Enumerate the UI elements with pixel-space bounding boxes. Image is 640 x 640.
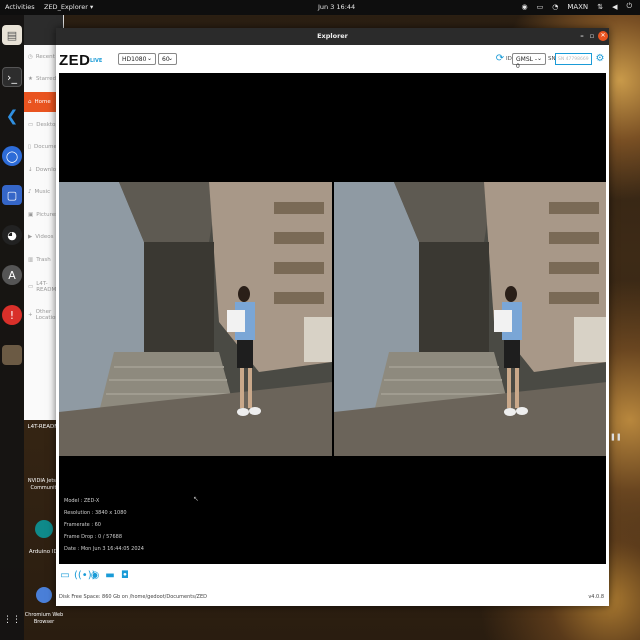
picture-icon: ▣ [28, 212, 34, 218]
chevron-down-icon: ⌄ [167, 55, 173, 62]
video-icon: ▶ [28, 234, 33, 240]
id-label: ID [506, 56, 512, 62]
user-mode-label[interactable]: MAXN [567, 3, 588, 11]
left-camera-image [59, 182, 332, 456]
side-pause-icon[interactable]: ❚❚ [610, 433, 622, 441]
obs-icon[interactable]: ◕ [2, 225, 22, 245]
info-frame-drop: Frame Drop : 0 / 57688 [64, 534, 123, 540]
chromium-desktop-icon[interactable] [36, 587, 52, 603]
mouse-cursor: ↖ [193, 495, 199, 503]
sidebar-item-label: Starred [35, 76, 57, 82]
screenshot-icon[interactable]: ▢ [2, 185, 22, 205]
terminal-icon[interactable]: ›_ [2, 67, 22, 87]
nvidia-icon[interactable]: ◉ [521, 3, 527, 11]
sidebar-item-label: Home [34, 99, 51, 105]
home-icon: ⌂ [28, 99, 32, 105]
record-icon[interactable]: ◉ [89, 569, 101, 583]
serial-number-field[interactable]: SN 47798669 [555, 53, 592, 65]
performance-icon[interactable]: ◔ [552, 3, 558, 11]
video-viewer[interactable]: Model : ZED-X Resolution : 3840 x 1080 F… [59, 73, 606, 564]
top-bar: Activities ZED_Explorer ▾ Jun 3 16:44 ◉ … [0, 0, 640, 15]
zed-logo: ZED [59, 52, 91, 69]
chevron-down-icon: ⌄ [536, 55, 542, 62]
video-mode-icon[interactable]: ▬ [104, 569, 116, 583]
resolution-select[interactable]: HD1080 ⌄ [118, 53, 156, 65]
arduino-icon[interactable] [35, 520, 53, 538]
info-framerate: Framerate : 60 [64, 522, 101, 528]
system-tray[interactable]: ◉ ▭ ◔ MAXN ⇅ ◀ ⏻ [521, 2, 632, 11]
trash-thumb-icon[interactable] [2, 345, 22, 365]
volume-icon[interactable]: ◀ [612, 3, 617, 11]
info-model: Model : ZED-X [64, 498, 100, 504]
explorer-window: Explorer – ▫ ✕ ZED LIVE HD1080 ⌄ 60 ⌄ ⟳ … [56, 28, 609, 606]
plus-icon: + [28, 312, 33, 318]
sidebar-item-label: Recent [35, 54, 55, 60]
stream-icon[interactable]: ((•)) [74, 569, 96, 583]
chevron-down-icon: ⌄ [146, 55, 152, 62]
folder-icon[interactable]: ▭ [59, 569, 71, 583]
resolution-value: HD1080 [122, 56, 147, 63]
info-resolution: Resolution : 3840 x 1080 [64, 510, 127, 516]
drive-icon: ▭ [28, 284, 34, 290]
window-title: Explorer [317, 32, 348, 40]
clock-icon: ◷ [28, 54, 33, 60]
minimize-button[interactable]: – [577, 31, 587, 41]
desktop-icon-chromium[interactable]: Chromium Web Browser [24, 612, 64, 626]
chromium-icon[interactable]: ◯ [2, 146, 22, 166]
sidebar-item-label: Music [34, 189, 51, 195]
action-bar: ▭ ((•)) ◉ ▬ ◘ [59, 569, 131, 585]
music-icon: ♪ [28, 189, 32, 195]
camera-snapshot-icon[interactable]: ◘ [119, 569, 131, 583]
trash-icon: ▥ [28, 257, 34, 263]
sidebar-item-label: Trash [36, 257, 51, 263]
left-camera-frame [59, 182, 332, 456]
desktop-icon: ▭ [28, 122, 34, 128]
close-button[interactable]: ✕ [598, 31, 608, 41]
fps-select[interactable]: 60 ⌄ [158, 53, 177, 65]
live-label: LIVE [90, 58, 103, 64]
title-bar[interactable]: Explorer – ▫ ✕ [56, 28, 609, 45]
info-date: Date : Mon Jun 3 16:44:05 2024 [64, 546, 144, 552]
help-icon[interactable]: ! [2, 305, 22, 325]
right-camera-frame [334, 182, 606, 456]
camera-id-value: GMSL - 0 [516, 56, 538, 70]
sidebar-item-label: Videos [35, 234, 54, 240]
sidebar-item-label: Pictures [36, 212, 58, 218]
a-app-icon[interactable]: A [2, 265, 22, 285]
right-camera-image [334, 182, 606, 456]
toolbar: ZED LIVE HD1080 ⌄ 60 ⌄ ⟳ ID GMSL - 0 ⌄ S… [56, 45, 609, 73]
refresh-icon[interactable]: ⟳ [494, 53, 506, 65]
vscode-icon[interactable]: ❮ [2, 106, 22, 126]
document-icon: ▯ [28, 144, 32, 150]
network-icon[interactable]: ⇅ [597, 3, 603, 11]
download-icon: ↓ [28, 167, 33, 173]
activities-button[interactable]: Activities [5, 3, 35, 11]
power-icon[interactable]: ⏻ [626, 2, 632, 11]
settings-gear-icon[interactable]: ⚙ [594, 53, 606, 65]
files-icon[interactable]: ▤ [2, 25, 22, 45]
clock[interactable]: Jun 3 16:44 [318, 3, 355, 11]
show-apps-icon[interactable]: ⋮⋮ [2, 610, 22, 630]
app-menu[interactable]: ZED_Explorer ▾ [44, 3, 93, 11]
disk-status: Disk Free Space: 860 Gb on /home/gedoot/… [59, 594, 207, 600]
maximize-button[interactable]: ▫ [587, 31, 597, 41]
camera-id-select[interactable]: GMSL - 0 ⌄ [512, 53, 546, 70]
display-icon[interactable]: ▭ [537, 3, 544, 11]
star-icon: ★ [28, 76, 33, 82]
dock: ▤ ›_ ❮ ◯ ▢ ◕ A ! ⋮⋮ [0, 15, 24, 640]
version-label: v4.0.8 [588, 594, 604, 600]
